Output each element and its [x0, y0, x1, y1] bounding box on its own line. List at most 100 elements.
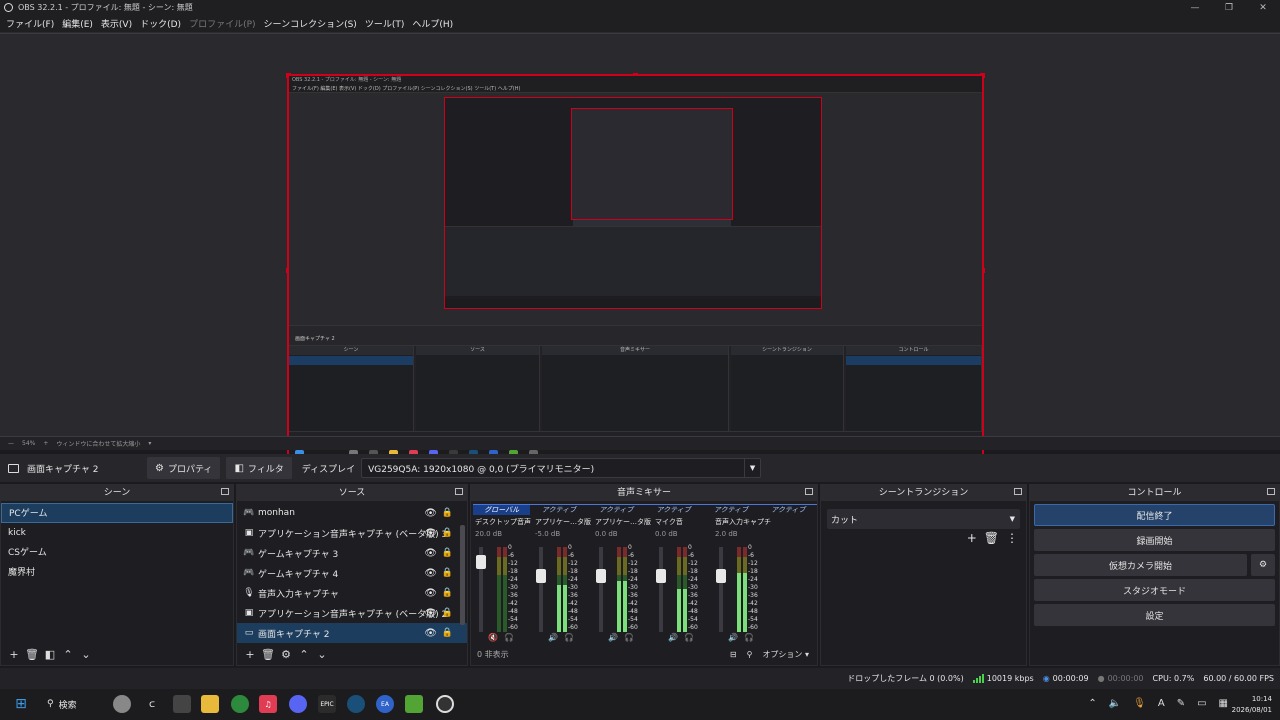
undock-icon[interactable] [1014, 488, 1022, 495]
scene-item[interactable]: CSゲーム [1, 543, 233, 563]
scene-item[interactable]: PCゲーム [1, 503, 233, 523]
add-icon[interactable]: + [967, 531, 977, 545]
layout-icon[interactable]: ⊟ [730, 650, 737, 659]
settings-button[interactable]: 設定 [1034, 604, 1275, 626]
source-item[interactable]: ▭ 画面キャプチャ 2 👁 🔒 [237, 623, 467, 643]
chevron-down-icon[interactable]: ▾ [148, 440, 151, 447]
volume-fader[interactable] [716, 547, 726, 632]
source-item[interactable]: 🎮 ゲームキャプチャ 4 👁 🔒 [237, 563, 467, 583]
app-icon[interactable]: ᑕ [143, 695, 161, 713]
menu-tools[interactable]: ツール(T) [361, 17, 409, 30]
start-record-button[interactable]: 録画開始 [1034, 529, 1275, 551]
menu-scene-collection[interactable]: シーンコレクション(S) [260, 17, 361, 30]
scene-item[interactable]: 魔界村 [1, 563, 233, 583]
fader-knob[interactable] [476, 555, 486, 569]
windows-start-icon[interactable]: ⊞ [12, 695, 30, 713]
lock-icon[interactable]: 🔒 [442, 608, 453, 618]
display-icon[interactable]: ▭ [1197, 698, 1206, 709]
lock-icon[interactable]: 🔒 [442, 528, 453, 538]
tab-active[interactable]: アクティブ [530, 504, 588, 515]
chevron-up-icon[interactable]: ⌃ [1088, 698, 1096, 709]
add-icon[interactable]: + [5, 645, 23, 663]
gear-icon[interactable]: ⚙ [277, 645, 295, 663]
pen-icon[interactable]: ✎ [1177, 698, 1185, 709]
ea-icon[interactable]: EA [376, 695, 394, 713]
headphones-icon[interactable]: 🎧 [624, 633, 634, 642]
menu-docks[interactable]: ドック(D) [136, 17, 185, 30]
preview-source-frame[interactable]: OBS 32.2.1 - プロファイル: 無題 - シーン: 無題 ファイル(F… [286, 73, 985, 467]
display-select[interactable]: VG259Q5A: 1920x1080 @ 0,0 (プライマリモニター) ▼ [361, 458, 762, 478]
headphones-icon[interactable]: 🎧 [564, 633, 574, 642]
fader-knob[interactable] [656, 569, 666, 583]
properties-button[interactable]: ⚙ プロパティ [147, 457, 221, 479]
muted-speaker-icon[interactable]: 🔇 [488, 633, 498, 642]
headphones-icon[interactable]: 🎧 [504, 633, 514, 642]
transition-select[interactable]: カット ▼ [827, 509, 1020, 529]
lock-icon[interactable]: 🔒 [442, 588, 453, 598]
more-icon[interactable]: ⋮ [1006, 531, 1018, 545]
options-button[interactable]: オプション ▾ [762, 649, 809, 660]
add-icon[interactable]: + [241, 645, 259, 663]
speaker-icon[interactable]: 🔊 [548, 633, 558, 642]
virtualcam-settings-button[interactable]: ⚙ [1251, 554, 1275, 576]
volume-fader[interactable] [536, 547, 546, 632]
undock-icon[interactable] [221, 488, 229, 495]
minecraft-icon[interactable] [405, 695, 423, 713]
eye-icon[interactable]: 👁 [424, 588, 437, 599]
fader-knob[interactable] [536, 569, 546, 583]
trash-icon[interactable]: 🗑 [984, 531, 999, 545]
taskbar-clock[interactable]: 10:14 2026/08/01 [1232, 694, 1272, 716]
lock-icon[interactable]: 🔒 [442, 548, 453, 558]
speaker-icon[interactable]: 🔈 [1109, 698, 1121, 709]
lock-icon[interactable]: 🔒 [442, 508, 453, 518]
filter-icon[interactable]: ◧ [41, 645, 59, 663]
app-icon[interactable] [173, 695, 191, 713]
epic-games-icon[interactable]: EPIC [318, 695, 336, 713]
close-button[interactable]: ✕ [1246, 0, 1280, 15]
mic-icon[interactable]: 🎙 [1133, 698, 1146, 709]
menu-help[interactable]: ヘルプ(H) [408, 17, 457, 30]
speaker-icon[interactable]: 🔊 [728, 633, 738, 642]
source-item[interactable]: 🎙 音声入力キャプチャ 👁 🔒 [237, 583, 467, 603]
maximize-button[interactable]: ❐ [1212, 0, 1246, 15]
eye-icon[interactable]: 👁 [424, 628, 437, 639]
eye-icon[interactable]: 👁 [424, 608, 437, 619]
source-item[interactable]: ▣ アプリケーション音声キャプチャ (ベータ版) 3 👁 🔒 [237, 523, 467, 543]
undock-icon[interactable] [1267, 488, 1275, 495]
stop-stream-button[interactable]: 配信終了 [1034, 504, 1275, 526]
hidden-count[interactable]: 0 非表示 [477, 649, 509, 660]
source-item[interactable]: 🎮 ゲームキャプチャ 3 👁 🔒 [237, 543, 467, 563]
chevron-up-icon[interactable]: ⌃ [59, 645, 77, 663]
fader-knob[interactable] [716, 569, 726, 583]
menu-profile[interactable]: プロファイル(P) [185, 17, 259, 30]
start-virtualcam-button[interactable]: 仮想カメラ開始 [1034, 554, 1247, 576]
volume-fader[interactable] [596, 547, 606, 632]
headphones-icon[interactable]: 🎧 [684, 633, 694, 642]
obs-icon[interactable] [436, 695, 454, 713]
zoom-in-button[interactable]: + [43, 440, 48, 447]
chrome-icon[interactable] [231, 695, 249, 713]
eye-icon[interactable]: 👁 [424, 508, 437, 519]
discord-icon[interactable] [289, 695, 307, 713]
menu-view[interactable]: 表示(V) [97, 17, 136, 30]
fader-knob[interactable] [596, 569, 606, 583]
chevron-down-icon[interactable]: ⌄ [313, 645, 331, 663]
eye-icon[interactable]: 👁 [424, 548, 437, 559]
folder-icon[interactable] [201, 695, 219, 713]
tab-active[interactable]: アクティブ [644, 504, 703, 515]
taskbar-search[interactable]: ⚲ 検索 [47, 694, 99, 714]
ime-icon[interactable]: A [1158, 698, 1165, 709]
source-item[interactable]: 🎮 monhan 👁 🔒 [237, 503, 467, 523]
link-icon[interactable]: ⚲ [747, 650, 753, 659]
menu-edit[interactable]: 編集(E) [58, 17, 97, 30]
volume-fader[interactable] [476, 547, 486, 632]
menu-file[interactable]: ファイル(F) [2, 17, 58, 30]
volume-fader[interactable] [656, 547, 666, 632]
steam-icon[interactable] [347, 695, 365, 713]
tab-active[interactable]: アクティブ [759, 504, 817, 515]
tab-active[interactable]: アクティブ [702, 504, 760, 515]
eye-icon[interactable]: 👁 [424, 528, 437, 539]
trash-icon[interactable]: 🗑 [23, 645, 41, 663]
headphones-icon[interactable]: 🎧 [744, 633, 754, 642]
trash-icon[interactable]: 🗑 [259, 645, 277, 663]
